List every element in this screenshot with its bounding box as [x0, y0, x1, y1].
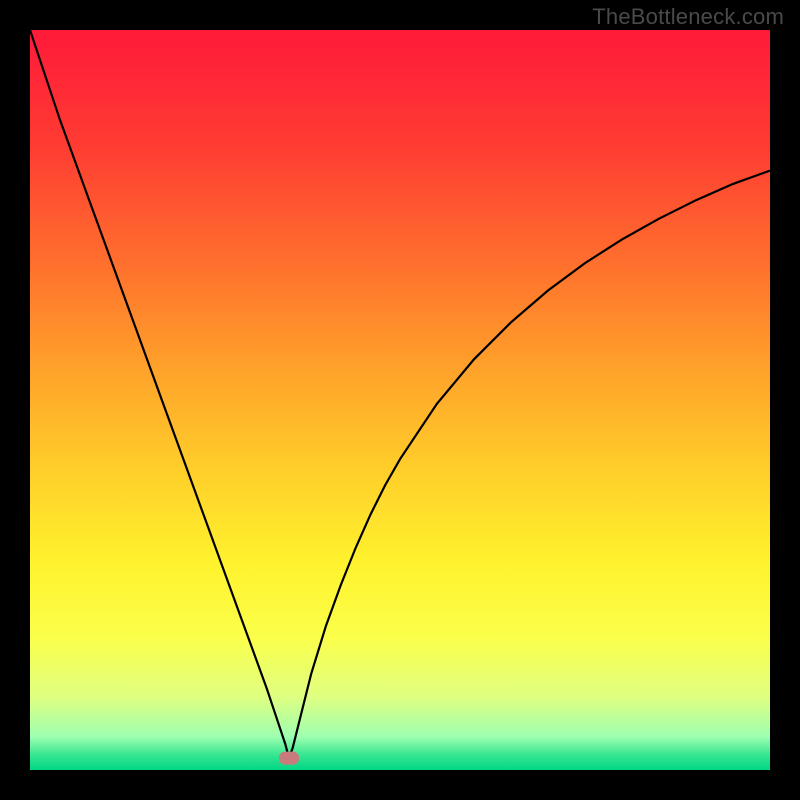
- optimal-point-marker: [279, 752, 299, 765]
- watermark-text: TheBottleneck.com: [592, 4, 784, 30]
- chart-stage: TheBottleneck.com: [0, 0, 800, 800]
- plot-background: [30, 30, 770, 770]
- bottleneck-chart: [0, 0, 800, 800]
